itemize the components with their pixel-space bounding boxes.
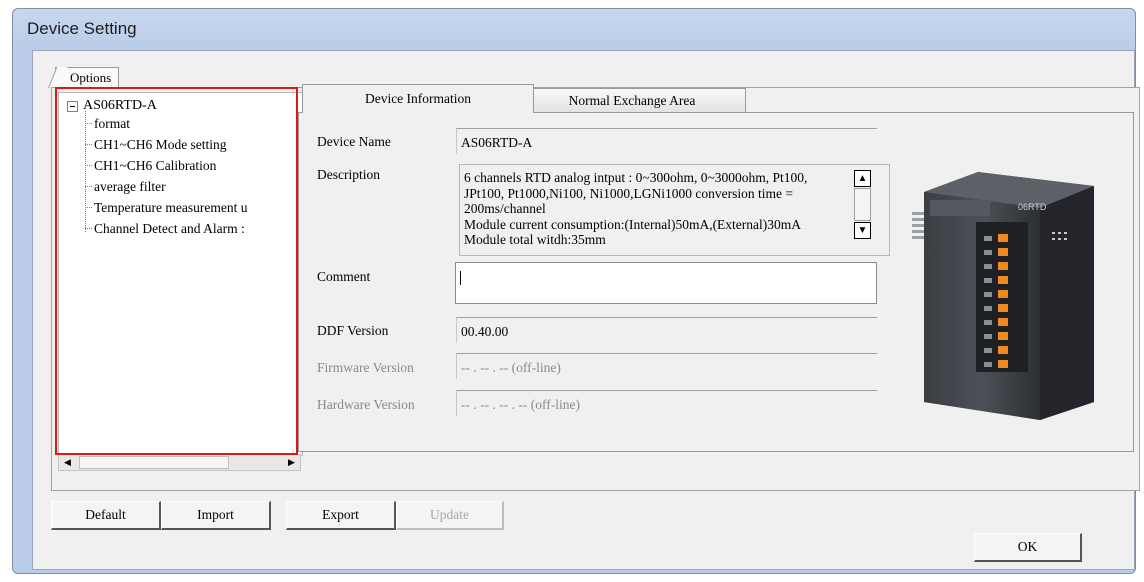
hardware-version-label: Hardware Version — [317, 397, 415, 412]
tree-root-label[interactable]: AS06RTD-A — [83, 98, 157, 114]
tree-children: format CH1~CH6 Mode setting CH1~CH6 Cali… — [85, 113, 247, 239]
tab-normal-exchange-area[interactable]: Normal Exchange Area — [518, 88, 746, 113]
tab-options[interactable]: Options — [55, 67, 120, 88]
text-cursor — [460, 270, 461, 285]
scroll-thumb[interactable] — [79, 456, 229, 469]
description-label: Description — [317, 167, 380, 182]
default-button[interactable]: Default — [51, 501, 161, 530]
description-text: 6 channels RTD analog intput : 0~300ohm,… — [464, 170, 808, 247]
ddf-version-label: DDF Version — [317, 323, 389, 338]
comment-label: Comment — [317, 269, 371, 284]
collapse-icon[interactable] — [67, 100, 78, 112]
import-button[interactable]: Import — [161, 501, 271, 530]
device-name-field: AS06RTD-A — [456, 128, 877, 154]
scroll-up-icon[interactable]: ▲ — [854, 170, 871, 187]
tab-device-information[interactable]: Device Information — [302, 84, 534, 113]
hardware-version-field: -- . -- . -- . -- (off-line) — [456, 390, 877, 416]
window-title: Device Setting — [27, 19, 137, 38]
description-scroll-track[interactable] — [854, 188, 871, 221]
tree-item-format[interactable]: format — [85, 113, 247, 134]
device-tree[interactable]: AS06RTD-A format CH1~CH6 Mode setting CH… — [58, 92, 303, 456]
tree-root[interactable]: AS06RTD-A — [67, 98, 157, 114]
export-button[interactable]: Export — [286, 501, 396, 530]
comment-input[interactable] — [455, 262, 877, 304]
options-panel: AS06RTD-A format CH1~CH6 Mode setting CH… — [51, 84, 1140, 491]
scroll-down-icon[interactable]: ▼ — [854, 222, 871, 239]
tree-item-temperature-measurement[interactable]: Temperature measurement u — [85, 197, 247, 218]
tree-item-calibration[interactable]: CH1~CH6 Calibration — [85, 155, 247, 176]
update-button[interactable]: Update — [396, 501, 504, 530]
description-box: 6 channels RTD analog intput : 0~300ohm,… — [459, 164, 890, 256]
module-label: 06RTD — [1018, 202, 1047, 212]
device-setting-window: Device Setting Options AS06RTD-A format … — [12, 8, 1140, 574]
tree-item-channel-detect-alarm[interactable]: Channel Detect and Alarm : — [85, 218, 247, 239]
module-image: 06RTD — [912, 172, 1094, 420]
ddf-version-field: 00.40.00 — [456, 317, 877, 343]
ok-button[interactable]: OK — [974, 533, 1082, 562]
tree-item-average-filter[interactable]: average filter — [85, 176, 247, 197]
scroll-left-icon[interactable]: ◀ — [59, 455, 76, 470]
scroll-right-icon[interactable]: ▶ — [283, 455, 300, 470]
tree-horizontal-scrollbar[interactable]: ◀ ▶ — [58, 454, 301, 471]
device-information-panel: Device Name AS06RTD-A Description 6 chan… — [298, 112, 1134, 452]
firmware-version-field: -- . -- . -- (off-line) — [456, 353, 877, 379]
dialog-client: Options AS06RTD-A format CH1~CH6 Mode se… — [32, 50, 1140, 570]
device-name-label: Device Name — [317, 134, 391, 149]
tree-item-mode-setting[interactable]: CH1~CH6 Mode setting — [85, 134, 247, 155]
firmware-version-label: Firmware Version — [317, 360, 414, 375]
